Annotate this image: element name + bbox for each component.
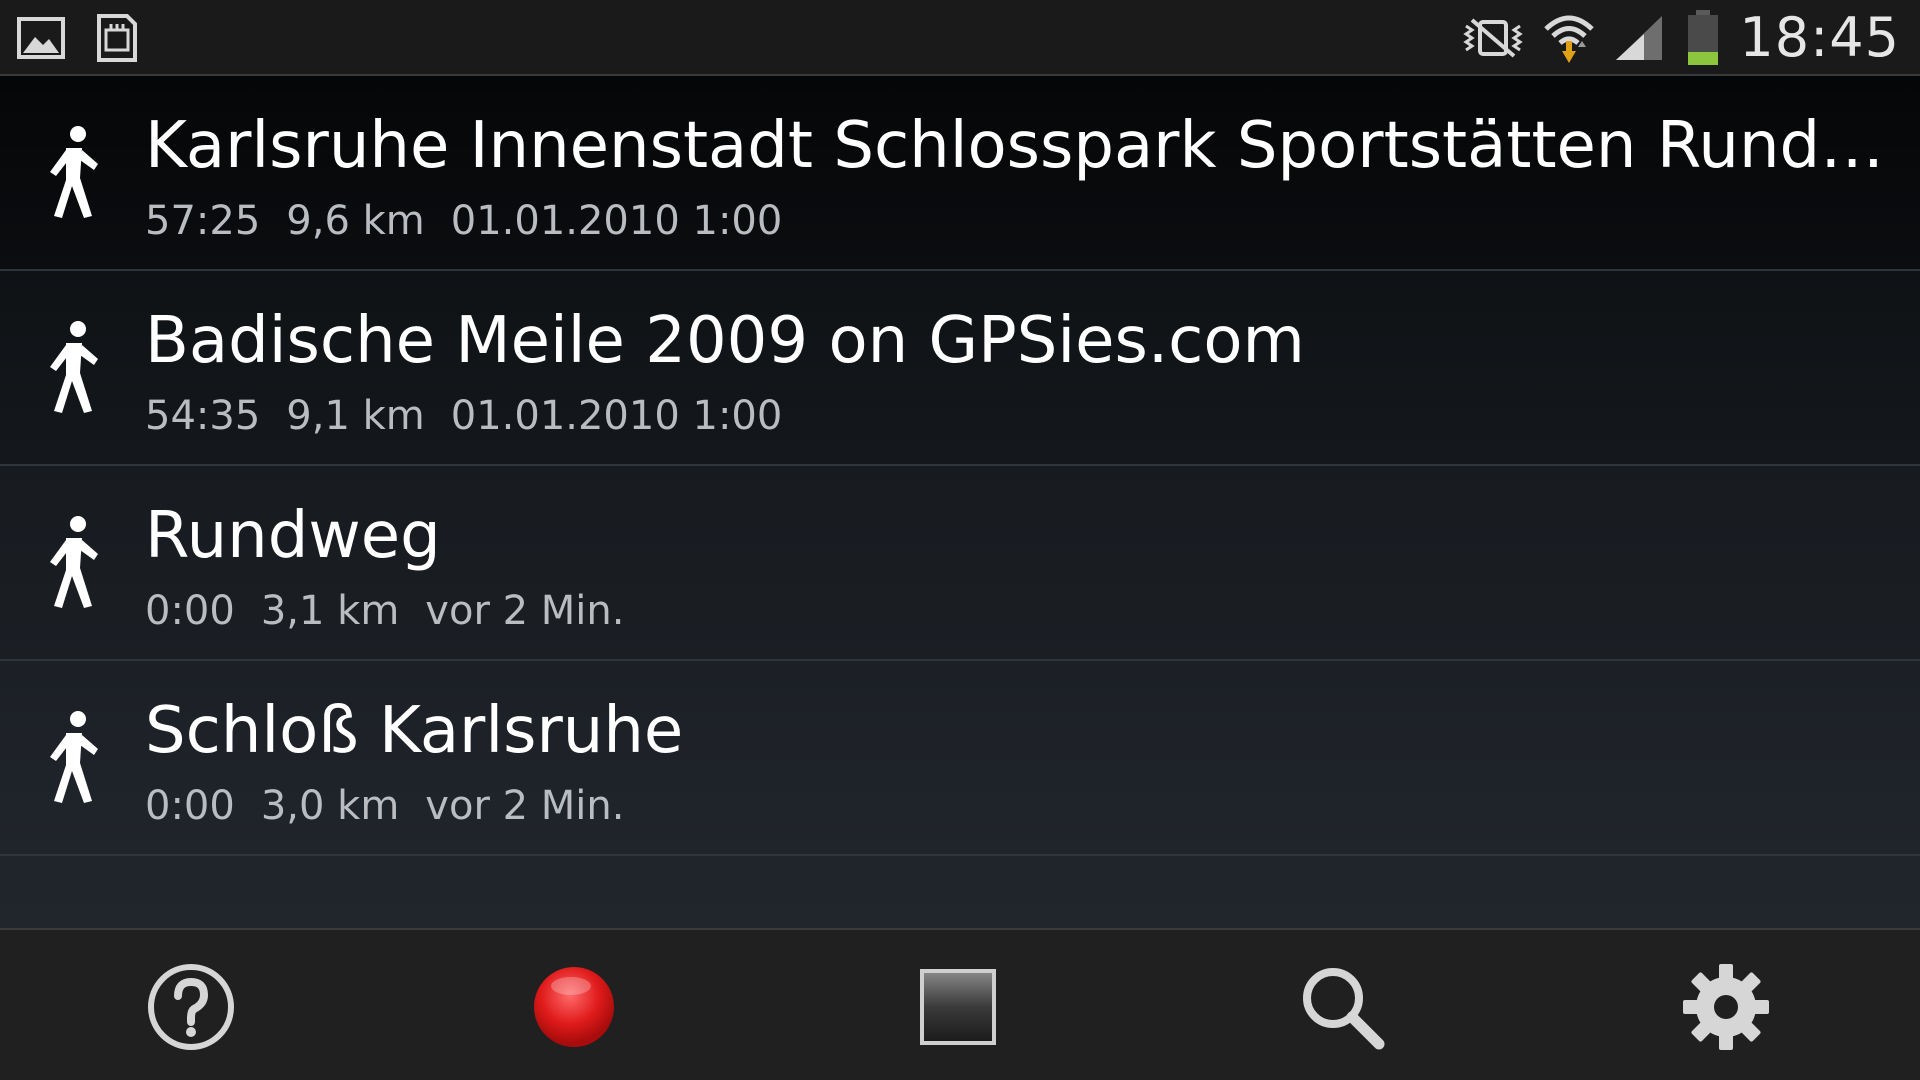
track-meta: 0:00 3,1 km vor 2 Min. — [145, 586, 624, 636]
screen: 18:45 Karlsruhe Innenstadt Schlosspark S… — [0, 0, 1920, 1080]
track-title: Badische Meile 2009 on GPSies.com — [145, 304, 1305, 378]
track-list: Karlsruhe Innenstadt Schlosspark Sportst… — [0, 76, 1920, 856]
walking-person-icon — [40, 514, 104, 614]
track-meta: 0:00 3,0 km vor 2 Min. — [145, 781, 624, 831]
track-date: vor 2 Min. — [425, 783, 625, 829]
action-bar — [0, 928, 1920, 1080]
track-row[interactable]: Rundweg 0:00 3,1 km vor 2 Min. — [0, 466, 1920, 661]
track-date: vor 2 Min. — [425, 588, 625, 634]
track-title: Karlsruhe Innenstadt Schlosspark Sportst… — [145, 109, 1885, 183]
track-row[interactable]: Karlsruhe Innenstadt Schlosspark Sportst… — [0, 76, 1920, 271]
track-duration: 57:25 — [145, 198, 261, 244]
walking-person-icon — [40, 709, 104, 809]
track-distance: 3,1 km — [260, 588, 400, 634]
stop-button[interactable] — [898, 952, 1018, 1062]
gear-icon — [1683, 964, 1769, 1050]
signal-icon — [1613, 14, 1667, 62]
stop-icon — [920, 969, 996, 1045]
help-button[interactable] — [131, 952, 251, 1062]
track-duration: 54:35 — [145, 393, 261, 439]
track-distance: 9,1 km — [286, 393, 425, 439]
notification-icons — [16, 14, 142, 62]
search-button[interactable] — [1282, 952, 1402, 1062]
record-icon — [534, 967, 614, 1047]
status-bar: 18:45 — [0, 0, 1920, 76]
track-distance: 3,0 km — [260, 783, 400, 829]
track-date: 01.01.2010 1:00 — [450, 393, 783, 439]
record-button[interactable] — [514, 952, 634, 1062]
track-duration: 0:00 — [145, 783, 235, 829]
help-icon — [148, 964, 234, 1050]
walking-person-icon — [40, 124, 104, 224]
track-meta: 57:25 9,6 km 01.01.2010 1:00 — [145, 196, 782, 246]
track-row[interactable]: Badische Meile 2009 on GPSies.com 54:35 … — [0, 271, 1920, 466]
wifi-icon — [1541, 14, 1597, 63]
track-title: Schloß Karlsruhe — [145, 694, 684, 768]
walking-person-icon — [40, 319, 104, 419]
track-title: Rundweg — [145, 499, 441, 573]
track-distance: 9,6 km — [286, 198, 425, 244]
gallery-icon — [16, 14, 66, 62]
settings-button[interactable] — [1666, 952, 1786, 1062]
clock: 18:45 — [1739, 6, 1900, 69]
track-duration: 0:00 — [145, 588, 235, 634]
system-icons: 18:45 — [1461, 6, 1900, 70]
battery-icon — [1683, 10, 1723, 65]
sd-card-icon — [92, 14, 142, 62]
search-icon — [1303, 968, 1385, 1050]
track-date: 01.01.2010 1:00 — [450, 198, 783, 244]
vibrate-mute-icon — [1461, 14, 1525, 62]
track-meta: 54:35 9,1 km 01.01.2010 1:00 — [145, 391, 782, 441]
track-row[interactable]: Schloß Karlsruhe 0:00 3,0 km vor 2 Min. — [0, 661, 1920, 856]
